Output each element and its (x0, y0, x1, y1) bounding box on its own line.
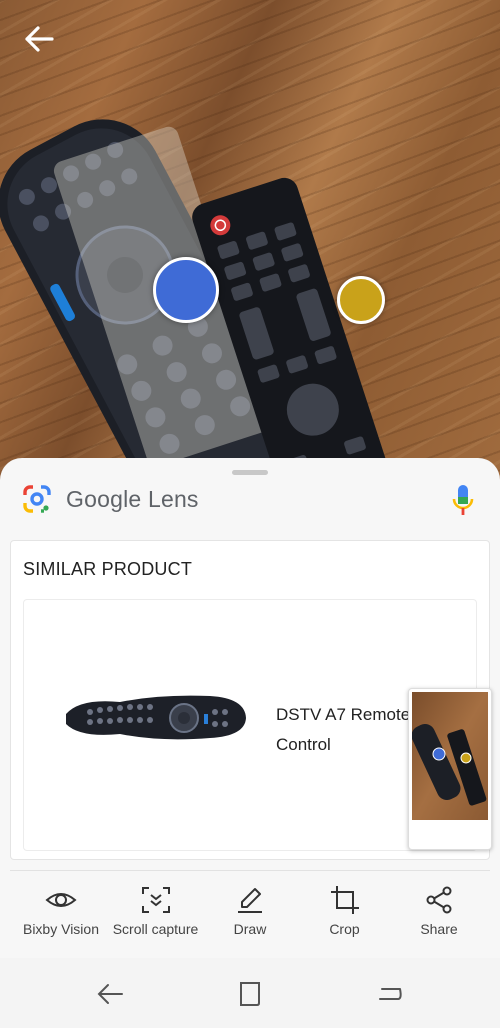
nav-home-button[interactable] (236, 980, 264, 1008)
scroll-capture-button[interactable]: Scroll capture (109, 871, 203, 951)
lens-header: Google Lens (22, 484, 199, 514)
tool-label: Share (420, 921, 458, 937)
tool-label: Bixby Vision (22, 921, 99, 937)
eye-icon (45, 893, 77, 907)
pencil-icon (238, 888, 262, 913)
voice-search-button[interactable] (452, 484, 474, 516)
share-button[interactable]: Share (392, 871, 486, 951)
system-navigation-bar (0, 958, 500, 1028)
crop-icon (330, 886, 359, 914)
share-icon (426, 886, 452, 914)
tool-label: Crop (329, 921, 360, 937)
nav-recents-button[interactable] (376, 980, 404, 1008)
google-lens-logo-icon (23, 485, 51, 513)
thumbnail-nav (412, 825, 488, 843)
draw-button[interactable]: Draw (203, 871, 297, 951)
nav-back-icon (97, 984, 123, 1004)
selection-dot-samsung-remote[interactable] (337, 276, 385, 324)
product-image (66, 695, 246, 740)
remotes-photo (0, 119, 392, 480)
drag-handle[interactable] (232, 470, 268, 475)
product-name: DSTV A7 Remote Control (276, 705, 411, 754)
selection-dot-dstv-remote[interactable] (153, 257, 219, 323)
microphone-icon (452, 485, 474, 515)
tool-label: Scroll capture (112, 921, 199, 937)
arrow-left-icon (25, 26, 54, 52)
nav-recents-icon (379, 988, 402, 1000)
nav-back-button[interactable] (96, 980, 124, 1008)
lens-title: Google Lens (66, 485, 199, 512)
crop-button[interactable]: Crop (298, 871, 392, 951)
nav-home-icon (240, 982, 260, 1006)
thumbnail-image (411, 692, 488, 820)
camera-photo[interactable] (0, 0, 500, 480)
section-title: SIMILAR PRODUCT (23, 559, 193, 579)
back-button[interactable] (22, 24, 56, 54)
screenshot-thumbnail[interactable] (408, 688, 492, 850)
scroll-capture-icon (141, 887, 170, 913)
tool-label: Draw (233, 921, 267, 937)
bixby-vision-button[interactable]: Bixby Vision (14, 871, 108, 951)
screenshot-toolbar: Bixby Vision Scroll capture Draw Crop Sh… (10, 870, 490, 950)
